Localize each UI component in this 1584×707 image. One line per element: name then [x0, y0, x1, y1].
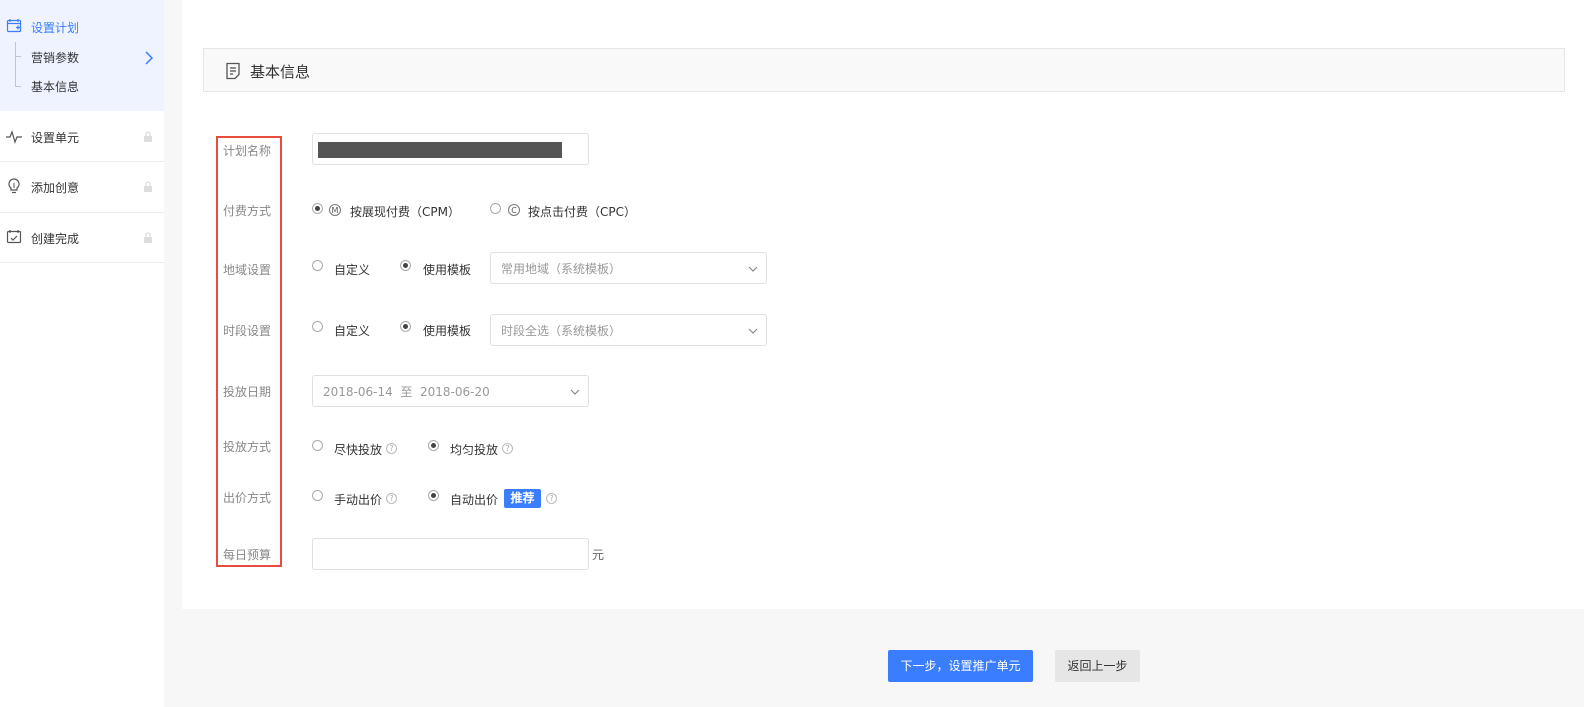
help-icon[interactable]: ?: [546, 493, 557, 504]
chevron-down-icon: [570, 389, 580, 395]
radio-delivery-fast[interactable]: [312, 440, 323, 451]
option-delivery-fast[interactable]: 尽快投放: [334, 441, 382, 458]
label-date: 投放日期: [223, 385, 272, 399]
recommend-badge: 推荐: [504, 489, 541, 508]
cpm-badge-icon: M: [329, 204, 341, 216]
time-select-value: 时段全选（系统模板）: [501, 324, 622, 338]
sidebar-subitem-marketing-params[interactable]: 营销参数: [31, 49, 79, 66]
lock-icon: [144, 131, 152, 142]
chevron-down-icon: [748, 266, 758, 272]
help-icon[interactable]: ?: [502, 443, 513, 454]
radio-cpm[interactable]: [312, 203, 323, 214]
radio-cpc[interactable]: [490, 203, 501, 214]
option-cpc[interactable]: 按点击付费（CPC）: [528, 203, 636, 220]
radio-delivery-even[interactable]: [428, 440, 439, 451]
cpc-badge-icon: C: [508, 204, 520, 216]
option-delivery-even[interactable]: 均匀投放: [450, 441, 498, 458]
tree-tick: [15, 86, 21, 87]
lock-icon: [144, 232, 152, 243]
option-bid-auto[interactable]: 自动出价: [450, 491, 498, 508]
pulse-icon: [6, 130, 22, 144]
sidebar: 设置计划 营销参数 基本信息 设置单元 添加创意 创建完成: [0, 0, 164, 707]
sidebar-group-plan: [0, 0, 164, 111]
label-delivery: 投放方式: [223, 440, 272, 454]
calendar-check-icon: [6, 230, 22, 244]
radio-time-custom[interactable]: [312, 321, 323, 332]
label-budget: 每日预算: [223, 548, 272, 562]
option-bid-manual[interactable]: 手动出价: [334, 491, 382, 508]
daily-budget-input[interactable]: [312, 538, 589, 570]
section-header: 基本信息: [203, 48, 1565, 92]
lock-icon: [144, 181, 152, 192]
section-title: 基本信息: [250, 63, 311, 81]
chevron-right-icon: [145, 51, 154, 65]
help-icon[interactable]: ?: [386, 493, 397, 504]
radio-bid-auto[interactable]: [428, 490, 439, 501]
radio-bid-manual[interactable]: [312, 490, 323, 501]
label-payment: 付费方式: [223, 204, 272, 218]
calendar-plus-icon: [6, 19, 22, 33]
sidebar-item-plan[interactable]: 设置计划: [31, 19, 79, 36]
sidebar-item-creative[interactable]: 添加创意: [31, 179, 79, 196]
option-region-template[interactable]: 使用模板: [423, 261, 471, 278]
option-region-custom[interactable]: 自定义: [334, 261, 370, 278]
budget-unit: 元: [592, 548, 605, 562]
option-cpm[interactable]: 按展现付费（CPM）: [350, 203, 460, 220]
label-bid: 出价方式: [223, 491, 272, 505]
redacted-value: [318, 142, 562, 158]
help-icon[interactable]: ?: [386, 443, 397, 454]
lightbulb-icon: [8, 178, 20, 194]
tree-tick: [15, 56, 21, 57]
radio-region-custom[interactable]: [312, 260, 323, 271]
option-time-custom[interactable]: 自定义: [334, 322, 370, 339]
document-icon: [226, 62, 240, 80]
label-plan-name: 计划名称: [223, 144, 272, 158]
chevron-down-icon: [748, 328, 758, 334]
sidebar-divider: [0, 161, 164, 162]
region-select-value: 常用地域（系统模板）: [501, 262, 622, 276]
sidebar-divider: [0, 212, 164, 213]
sidebar-divider: [0, 262, 164, 263]
label-time: 时段设置: [223, 324, 272, 338]
date-range-value: 2018-06-14 至 2018-06-20: [323, 385, 490, 399]
back-button[interactable]: 返回上一步: [1055, 650, 1140, 682]
tree-line: [15, 42, 16, 86]
radio-region-template[interactable]: [400, 260, 411, 271]
sidebar-item-done[interactable]: 创建完成: [31, 230, 79, 247]
radio-time-template[interactable]: [400, 321, 411, 332]
label-region: 地域设置: [223, 263, 272, 277]
sidebar-subitem-basic-info[interactable]: 基本信息: [31, 78, 79, 95]
next-step-button[interactable]: 下一步，设置推广单元: [888, 650, 1033, 682]
option-time-template[interactable]: 使用模板: [423, 322, 471, 339]
sidebar-item-unit[interactable]: 设置单元: [31, 129, 79, 146]
